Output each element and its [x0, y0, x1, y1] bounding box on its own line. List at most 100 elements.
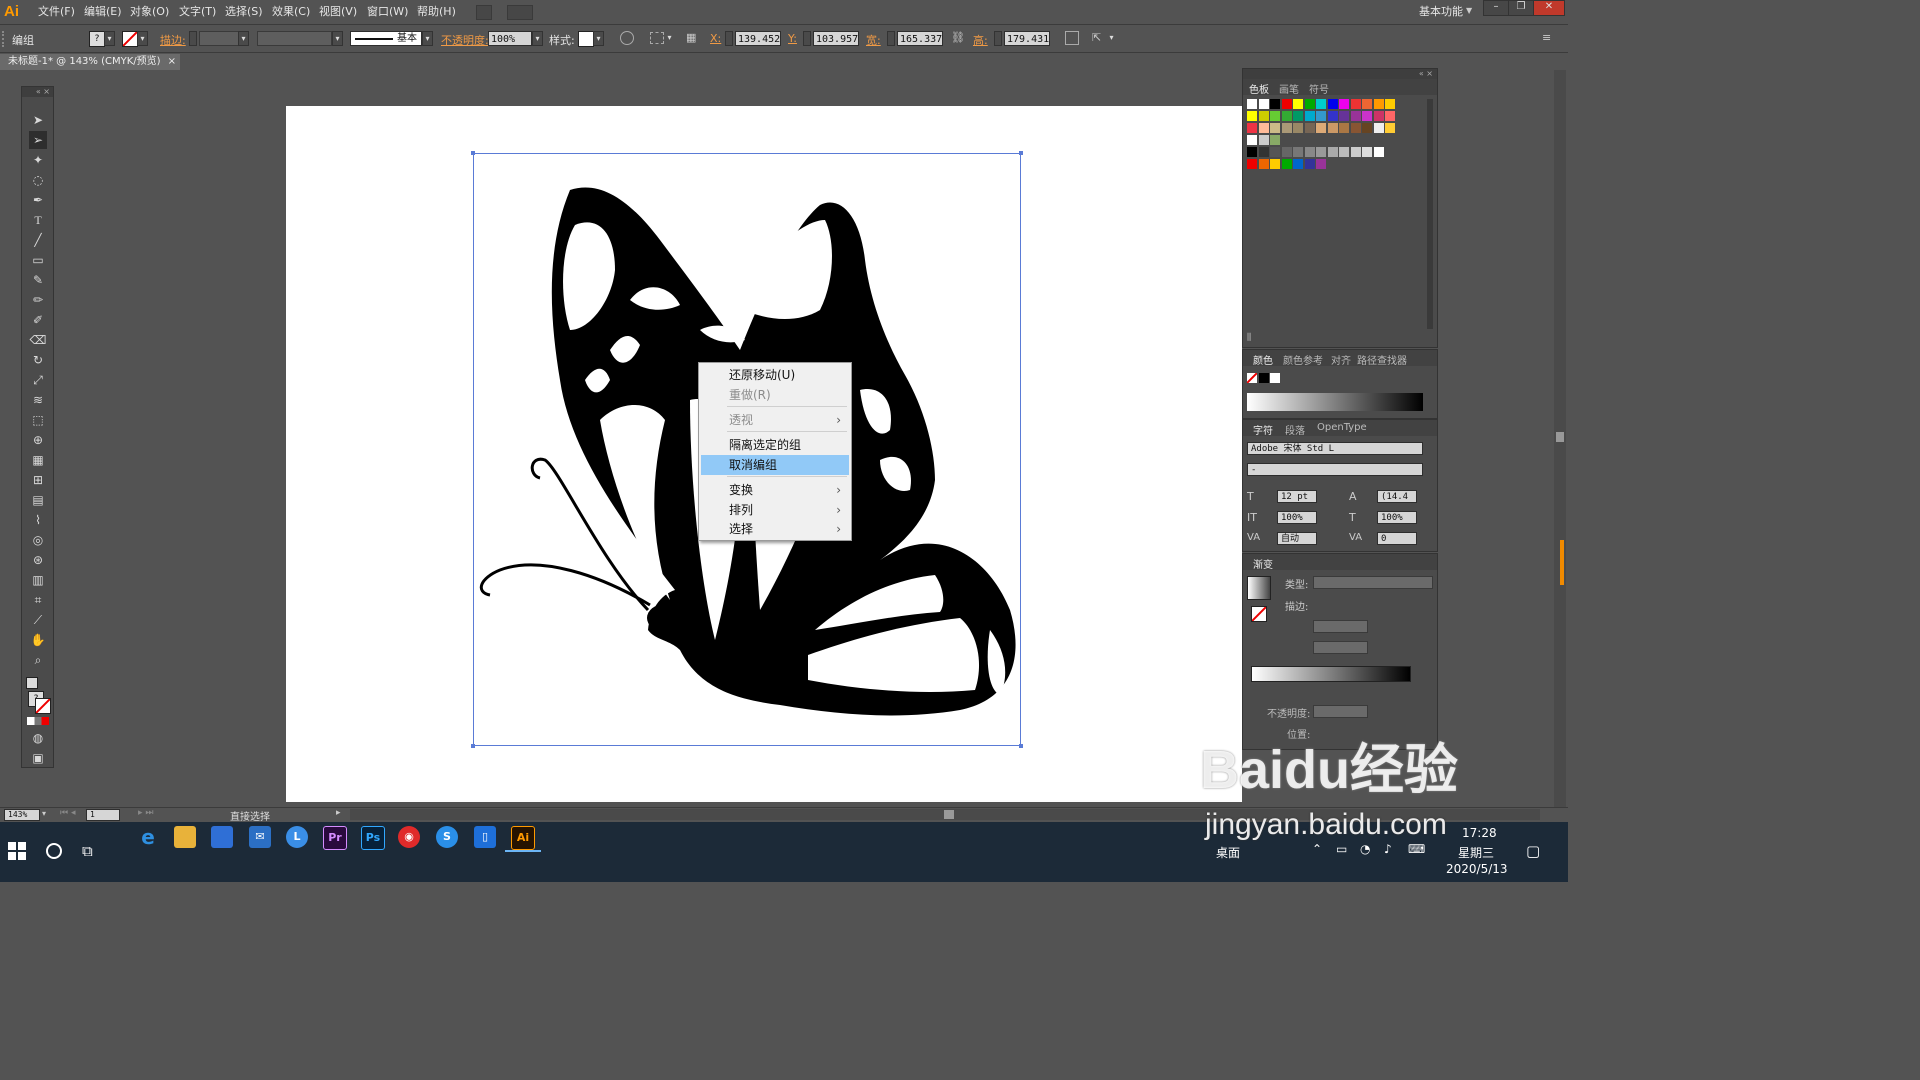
- task-view-icon[interactable]: ⧉: [82, 842, 93, 860]
- file-explorer-icon[interactable]: [174, 826, 196, 848]
- color-swatch[interactable]: [1385, 111, 1395, 121]
- premiere-pro-icon[interactable]: Pr: [323, 826, 347, 850]
- tab-brushes[interactable]: 画笔: [1279, 81, 1299, 96]
- color-swatch[interactable]: [1270, 99, 1280, 109]
- windows-start-icon[interactable]: [8, 842, 26, 860]
- clock-time[interactable]: 17:28: [1462, 826, 1497, 840]
- color-swatch[interactable]: [1327, 147, 1338, 157]
- menu-ungroup[interactable]: 取消编组: [701, 455, 849, 475]
- color-swatch[interactable]: [1339, 147, 1349, 157]
- gradient-preview[interactable]: [1247, 576, 1271, 600]
- menu-isolate-group[interactable]: 隔离选定的组: [701, 435, 849, 455]
- color-swatch[interactable]: [1304, 147, 1315, 157]
- gradient-slider[interactable]: [1251, 666, 1411, 682]
- color-swatch[interactable]: [1316, 123, 1326, 133]
- color-swatch[interactable]: [1339, 111, 1349, 121]
- color-swatch[interactable]: [1362, 147, 1372, 157]
- color-swatch[interactable]: [1281, 99, 1292, 109]
- color-swatch[interactable]: [1350, 147, 1361, 157]
- color-swatch[interactable]: [1373, 123, 1384, 133]
- bbox-handle[interactable]: [471, 151, 475, 155]
- color-swatch[interactable]: [1247, 123, 1257, 133]
- chevron-down-icon[interactable]: ▼: [1466, 6, 1472, 15]
- color-swatch[interactable]: [1316, 147, 1326, 157]
- menu-arrange[interactable]: 排列 ›: [701, 500, 849, 520]
- gradient-angle-field[interactable]: [1313, 620, 1368, 633]
- leading-field[interactable]: (14.4: [1377, 490, 1417, 503]
- tab-paragraph[interactable]: 段落: [1285, 422, 1305, 437]
- color-swatch[interactable]: [1339, 99, 1349, 109]
- color-swatch[interactable]: [1270, 135, 1280, 145]
- color-swatch[interactable]: [1350, 123, 1361, 133]
- color-swatch[interactable]: [1385, 123, 1395, 133]
- gradient-opacity-field[interactable]: [1313, 705, 1368, 718]
- scrollbar-thumb[interactable]: [944, 810, 954, 819]
- tab-color-guide[interactable]: 颜色参考: [1283, 352, 1323, 367]
- tab-opentype[interactable]: OpenType: [1317, 422, 1367, 433]
- color-swatch[interactable]: [1281, 159, 1292, 169]
- panel-menu-icon[interactable]: ≡: [1542, 31, 1556, 45]
- vertical-scale-field[interactable]: 100%: [1277, 511, 1317, 524]
- color-swatch[interactable]: [1304, 123, 1315, 133]
- tablet-app-icon[interactable]: ▯: [474, 826, 496, 848]
- notification-center-icon[interactable]: ▢: [1526, 842, 1540, 860]
- color-swatch[interactable]: [1293, 99, 1303, 109]
- desktop-toolbar-label[interactable]: 桌面: [1216, 844, 1240, 861]
- color-swatch[interactable]: [1304, 111, 1315, 121]
- gradient-stroke-swatch[interactable]: [1251, 606, 1267, 622]
- color-swatch[interactable]: [1258, 147, 1269, 157]
- color-swatch[interactable]: [1316, 111, 1326, 121]
- wifi-icon[interactable]: ◔: [1360, 842, 1370, 856]
- zoom-dropdown-icon[interactable]: ▾: [42, 809, 46, 818]
- bbox-handle[interactable]: [471, 744, 475, 748]
- color-swatch[interactable]: [1304, 159, 1315, 169]
- color-swatch[interactable]: [1270, 123, 1280, 133]
- tab-color[interactable]: 颜色: [1253, 352, 1273, 367]
- color-swatch[interactable]: [1316, 159, 1326, 169]
- color-swatch[interactable]: [1362, 123, 1372, 133]
- color-swatch[interactable]: [1247, 147, 1257, 157]
- color-spectrum[interactable]: [1247, 393, 1423, 411]
- panel-header[interactable]: « ×: [1243, 69, 1437, 79]
- clock-app-icon[interactable]: L: [286, 826, 308, 848]
- color-swatch[interactable]: [1327, 123, 1338, 133]
- page-number-field[interactable]: 1: [86, 809, 120, 821]
- color-swatch[interactable]: [1293, 123, 1303, 133]
- zoom-level-field[interactable]: 143%: [4, 809, 40, 821]
- tab-pathfinder[interactable]: 路径查找器: [1357, 352, 1407, 367]
- color-swatch[interactable]: [1258, 123, 1269, 133]
- color-swatch[interactable]: [1362, 99, 1372, 109]
- menu-select[interactable]: 选择 ›: [701, 519, 849, 539]
- color-swatch[interactable]: [1258, 135, 1269, 145]
- color-swatch[interactable]: [1247, 99, 1257, 109]
- minimize-icon[interactable]: –: [1483, 0, 1509, 16]
- color-swatch[interactable]: [1281, 147, 1292, 157]
- color-swatch[interactable]: [1247, 135, 1257, 145]
- color-swatch[interactable]: [1281, 111, 1292, 121]
- color-swatch[interactable]: [1350, 99, 1361, 109]
- mail-icon[interactable]: ✉: [249, 826, 271, 848]
- kerning-field[interactable]: 自动: [1277, 532, 1317, 545]
- menu-transform[interactable]: 变换 ›: [701, 480, 849, 500]
- color-swatch[interactable]: [1281, 123, 1292, 133]
- color-swatch[interactable]: [1270, 159, 1280, 169]
- clock-date[interactable]: 2020/5/13: [1446, 862, 1508, 876]
- close-icon[interactable]: ✕: [1533, 0, 1565, 16]
- tab-swatches[interactable]: 色板: [1249, 81, 1269, 96]
- vertical-scrollbar[interactable]: [1554, 70, 1566, 807]
- tab-symbols[interactable]: 符号: [1309, 81, 1329, 96]
- color-swatch[interactable]: [1373, 99, 1384, 109]
- tracking-field[interactable]: 0: [1377, 532, 1417, 545]
- status-menu-arrow[interactable]: ▸: [336, 808, 341, 818]
- color-swatch[interactable]: [1270, 147, 1280, 157]
- bbox-handle[interactable]: [1019, 744, 1023, 748]
- swatch-libraries-icon[interactable]: ⫼: [1247, 333, 1251, 343]
- cortana-search-icon[interactable]: [46, 843, 62, 859]
- workspace-switcher[interactable]: 基本功能: [1419, 4, 1463, 20]
- color-swatch[interactable]: [1258, 99, 1269, 109]
- illustrator-taskbar-icon[interactable]: Ai: [511, 826, 535, 850]
- color-swatch[interactable]: [1293, 147, 1303, 157]
- swatch-grid[interactable]: [1247, 99, 1422, 171]
- first-page-icon[interactable]: ⏮ ◂: [60, 808, 75, 818]
- photoshop-icon[interactable]: Ps: [361, 826, 385, 850]
